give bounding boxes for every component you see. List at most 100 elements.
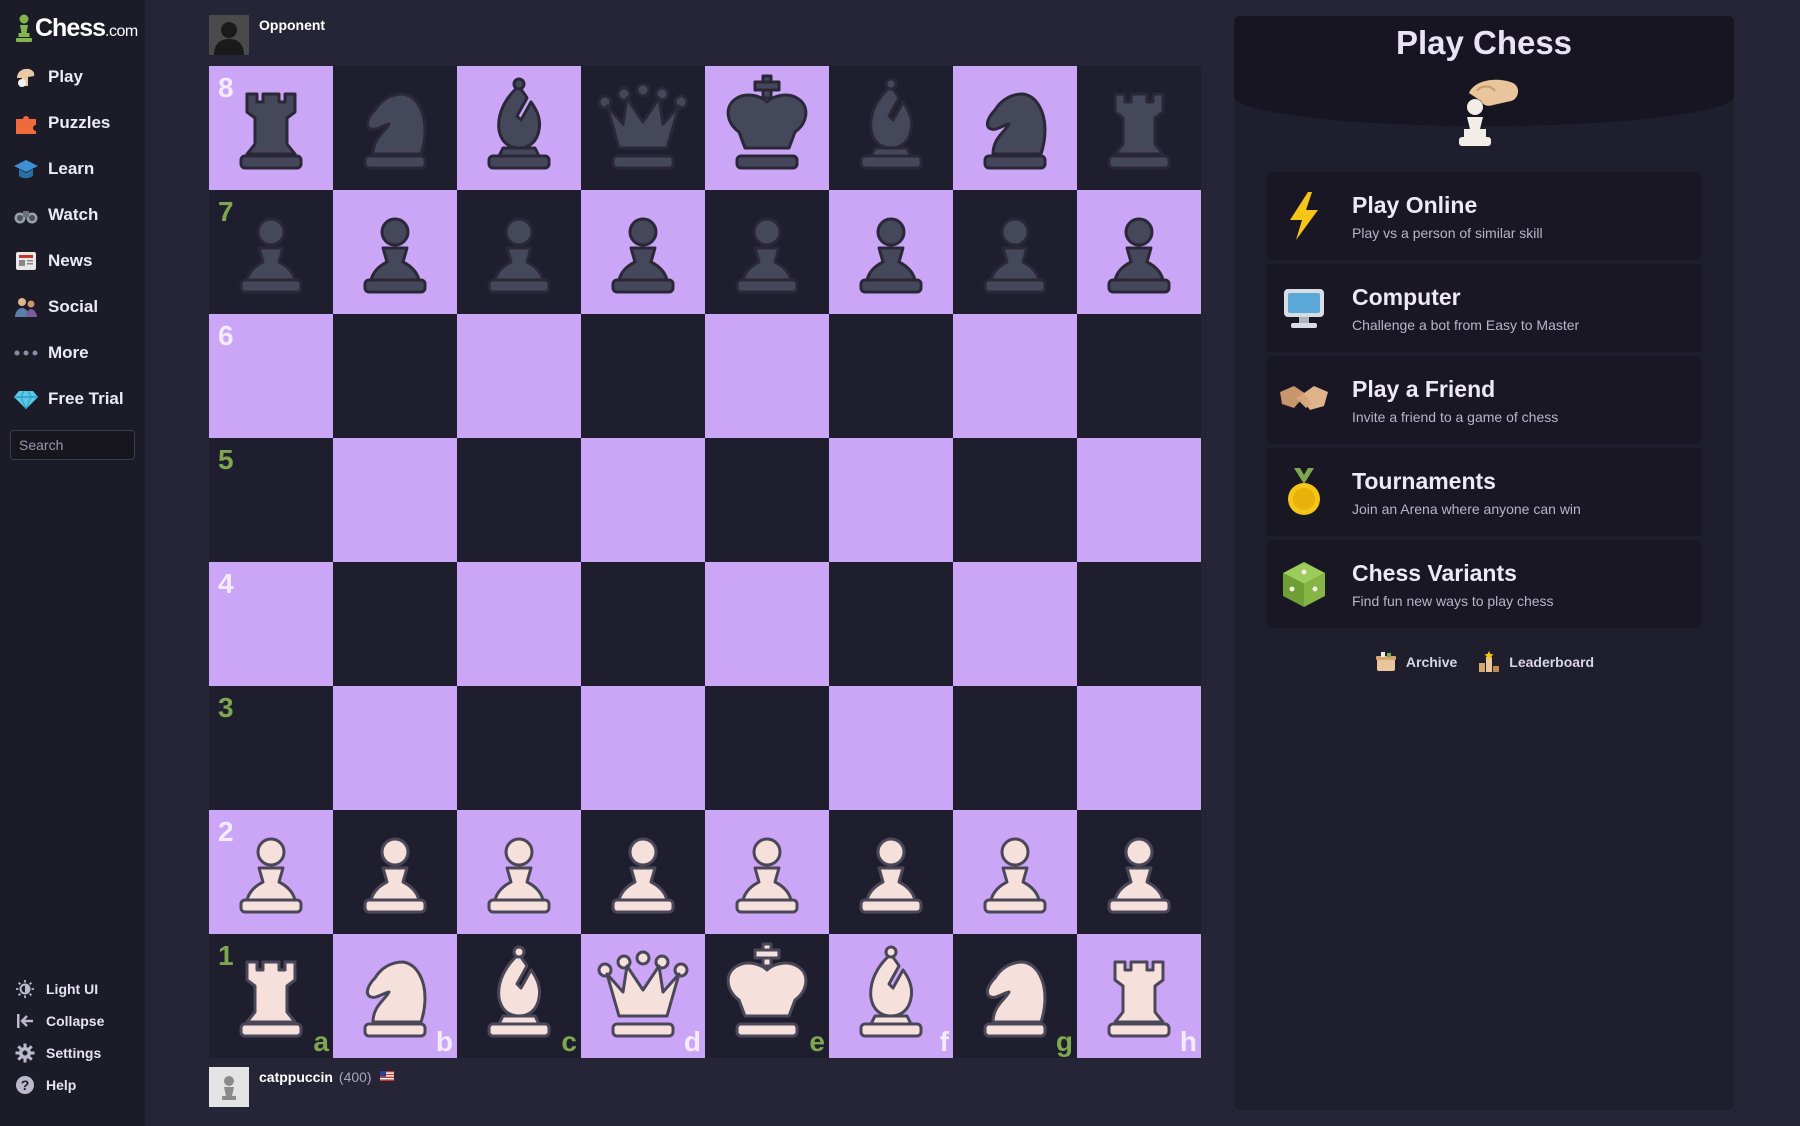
square-f5[interactable]: [829, 438, 953, 562]
square-b4[interactable]: [333, 562, 457, 686]
archive-link[interactable]: Archive: [1374, 650, 1457, 674]
white-pawn-icon[interactable]: [835, 816, 947, 928]
settings-link[interactable]: Settings: [0, 1037, 145, 1069]
square-b5[interactable]: [333, 438, 457, 562]
square-c8[interactable]: [457, 66, 581, 190]
square-b3[interactable]: [333, 686, 457, 810]
square-d6[interactable]: [581, 314, 705, 438]
square-g3[interactable]: [953, 686, 1077, 810]
square-c4[interactable]: [457, 562, 581, 686]
square-d2[interactable]: [581, 810, 705, 934]
square-a7[interactable]: 7: [209, 190, 333, 314]
square-h3[interactable]: [1077, 686, 1201, 810]
black-pawn-icon[interactable]: [587, 196, 699, 308]
black-bishop-icon[interactable]: [835, 72, 947, 184]
nav-item-free-trial[interactable]: Free Trial: [0, 376, 145, 422]
opponent-name[interactable]: Opponent: [259, 17, 325, 33]
white-pawn-icon[interactable]: [1083, 816, 1195, 928]
square-h6[interactable]: [1077, 314, 1201, 438]
square-g4[interactable]: [953, 562, 1077, 686]
square-c7[interactable]: [457, 190, 581, 314]
white-bishop-icon[interactable]: [835, 940, 947, 1052]
square-a6[interactable]: 6: [209, 314, 333, 438]
square-e4[interactable]: [705, 562, 829, 686]
black-pawn-icon[interactable]: [835, 196, 947, 308]
square-e2[interactable]: [705, 810, 829, 934]
square-a1[interactable]: 1a: [209, 934, 333, 1058]
black-pawn-icon[interactable]: [463, 196, 575, 308]
white-pawn-icon[interactable]: [339, 816, 451, 928]
player-avatar[interactable]: [209, 1067, 249, 1107]
computer-option[interactable]: Computer Challenge a bot from Easy to Ma…: [1266, 264, 1702, 352]
square-f1[interactable]: f: [829, 934, 953, 1058]
square-g5[interactable]: [953, 438, 1077, 562]
square-g6[interactable]: [953, 314, 1077, 438]
square-d1[interactable]: d: [581, 934, 705, 1058]
square-d5[interactable]: [581, 438, 705, 562]
square-c1[interactable]: c: [457, 934, 581, 1058]
nav-item-play[interactable]: Play: [0, 54, 145, 100]
square-a4[interactable]: 4: [209, 562, 333, 686]
nav-item-more[interactable]: More: [0, 330, 145, 376]
white-pawn-icon[interactable]: [711, 816, 823, 928]
play-online-option[interactable]: Play Online Play vs a person of similar …: [1266, 172, 1702, 260]
chess-board[interactable]: 87654321abcdefgh: [209, 66, 1201, 1058]
square-e5[interactable]: [705, 438, 829, 562]
square-e6[interactable]: [705, 314, 829, 438]
black-rook-icon[interactable]: [1083, 72, 1195, 184]
black-knight-icon[interactable]: [339, 72, 451, 184]
nav-item-puzzles[interactable]: Puzzles: [0, 100, 145, 146]
square-f8[interactable]: [829, 66, 953, 190]
square-a2[interactable]: 2: [209, 810, 333, 934]
collapse-toggle[interactable]: Collapse: [0, 1005, 145, 1037]
square-h4[interactable]: [1077, 562, 1201, 686]
square-b1[interactable]: b: [333, 934, 457, 1058]
black-pawn-icon[interactable]: [959, 196, 1071, 308]
square-b7[interactable]: [333, 190, 457, 314]
black-pawn-icon[interactable]: [339, 196, 451, 308]
square-b6[interactable]: [333, 314, 457, 438]
search-input[interactable]: [10, 430, 135, 460]
square-a8[interactable]: 8: [209, 66, 333, 190]
square-c3[interactable]: [457, 686, 581, 810]
white-rook-icon[interactable]: [1083, 940, 1195, 1052]
nav-item-social[interactable]: Social: [0, 284, 145, 330]
square-g7[interactable]: [953, 190, 1077, 314]
chess-variants-option[interactable]: Chess Variants Find fun new ways to play…: [1266, 540, 1702, 628]
black-knight-icon[interactable]: [959, 72, 1071, 184]
nav-item-watch[interactable]: Watch: [0, 192, 145, 238]
square-e7[interactable]: [705, 190, 829, 314]
square-d7[interactable]: [581, 190, 705, 314]
play-friend-option[interactable]: Play a Friend Invite a friend to a game …: [1266, 356, 1702, 444]
square-d3[interactable]: [581, 686, 705, 810]
player-name[interactable]: catppuccin: [259, 1069, 333, 1085]
square-g8[interactable]: [953, 66, 1077, 190]
nav-item-learn[interactable]: Learn: [0, 146, 145, 192]
square-a3[interactable]: 3: [209, 686, 333, 810]
black-pawn-icon[interactable]: [711, 196, 823, 308]
square-h7[interactable]: [1077, 190, 1201, 314]
square-e8[interactable]: [705, 66, 829, 190]
square-a5[interactable]: 5: [209, 438, 333, 562]
white-bishop-icon[interactable]: [463, 940, 575, 1052]
square-g2[interactable]: [953, 810, 1077, 934]
square-b8[interactable]: [333, 66, 457, 190]
square-c6[interactable]: [457, 314, 581, 438]
square-f4[interactable]: [829, 562, 953, 686]
square-c2[interactable]: [457, 810, 581, 934]
square-f2[interactable]: [829, 810, 953, 934]
square-e3[interactable]: [705, 686, 829, 810]
chess-com-logo[interactable]: Chess .com: [14, 8, 138, 48]
square-h5[interactable]: [1077, 438, 1201, 562]
square-f6[interactable]: [829, 314, 953, 438]
black-queen-icon[interactable]: [587, 72, 699, 184]
help-link[interactable]: ? Help: [0, 1069, 145, 1101]
square-g1[interactable]: g: [953, 934, 1077, 1058]
square-f7[interactable]: [829, 190, 953, 314]
square-d8[interactable]: [581, 66, 705, 190]
white-knight-icon[interactable]: [339, 940, 451, 1052]
white-pawn-icon[interactable]: [587, 816, 699, 928]
square-e1[interactable]: e: [705, 934, 829, 1058]
white-king-icon[interactable]: [711, 940, 823, 1052]
leaderboard-link[interactable]: Leaderboard: [1477, 650, 1594, 674]
